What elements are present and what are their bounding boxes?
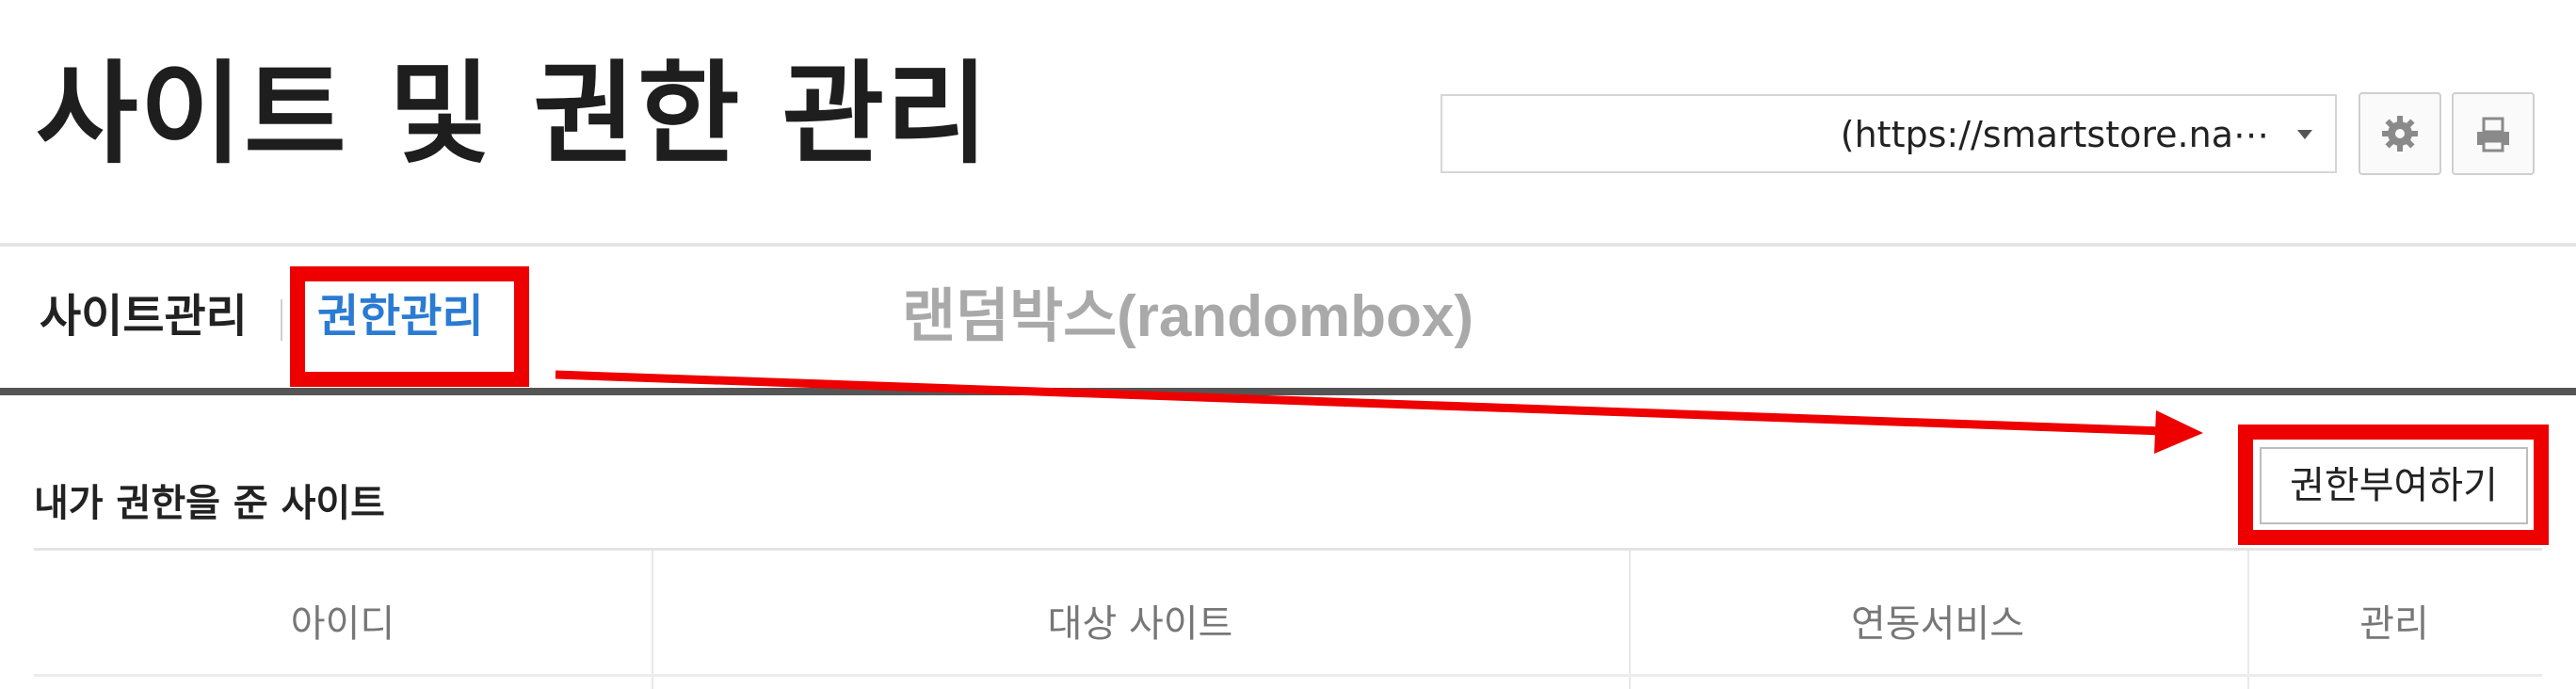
column-header-linked-service: 연동서비스 [1851, 602, 2024, 646]
column-header-manage: 관리 [2359, 602, 2429, 646]
grant-permission-button[interactable]: 권한부여하기 [2260, 447, 2528, 524]
column-separator [1629, 551, 1631, 689]
annotation-arrow [555, 370, 2203, 454]
table-top-border [34, 548, 2542, 551]
table-header-border [34, 674, 2542, 677]
column-separator [652, 551, 653, 689]
section-title: 내가 권한을 준 사이트 [34, 482, 385, 525]
column-header-id: 아이디 [290, 602, 395, 646]
column-header-target-site: 대상 사이트 [1047, 602, 1233, 646]
column-separator [2247, 551, 2249, 689]
